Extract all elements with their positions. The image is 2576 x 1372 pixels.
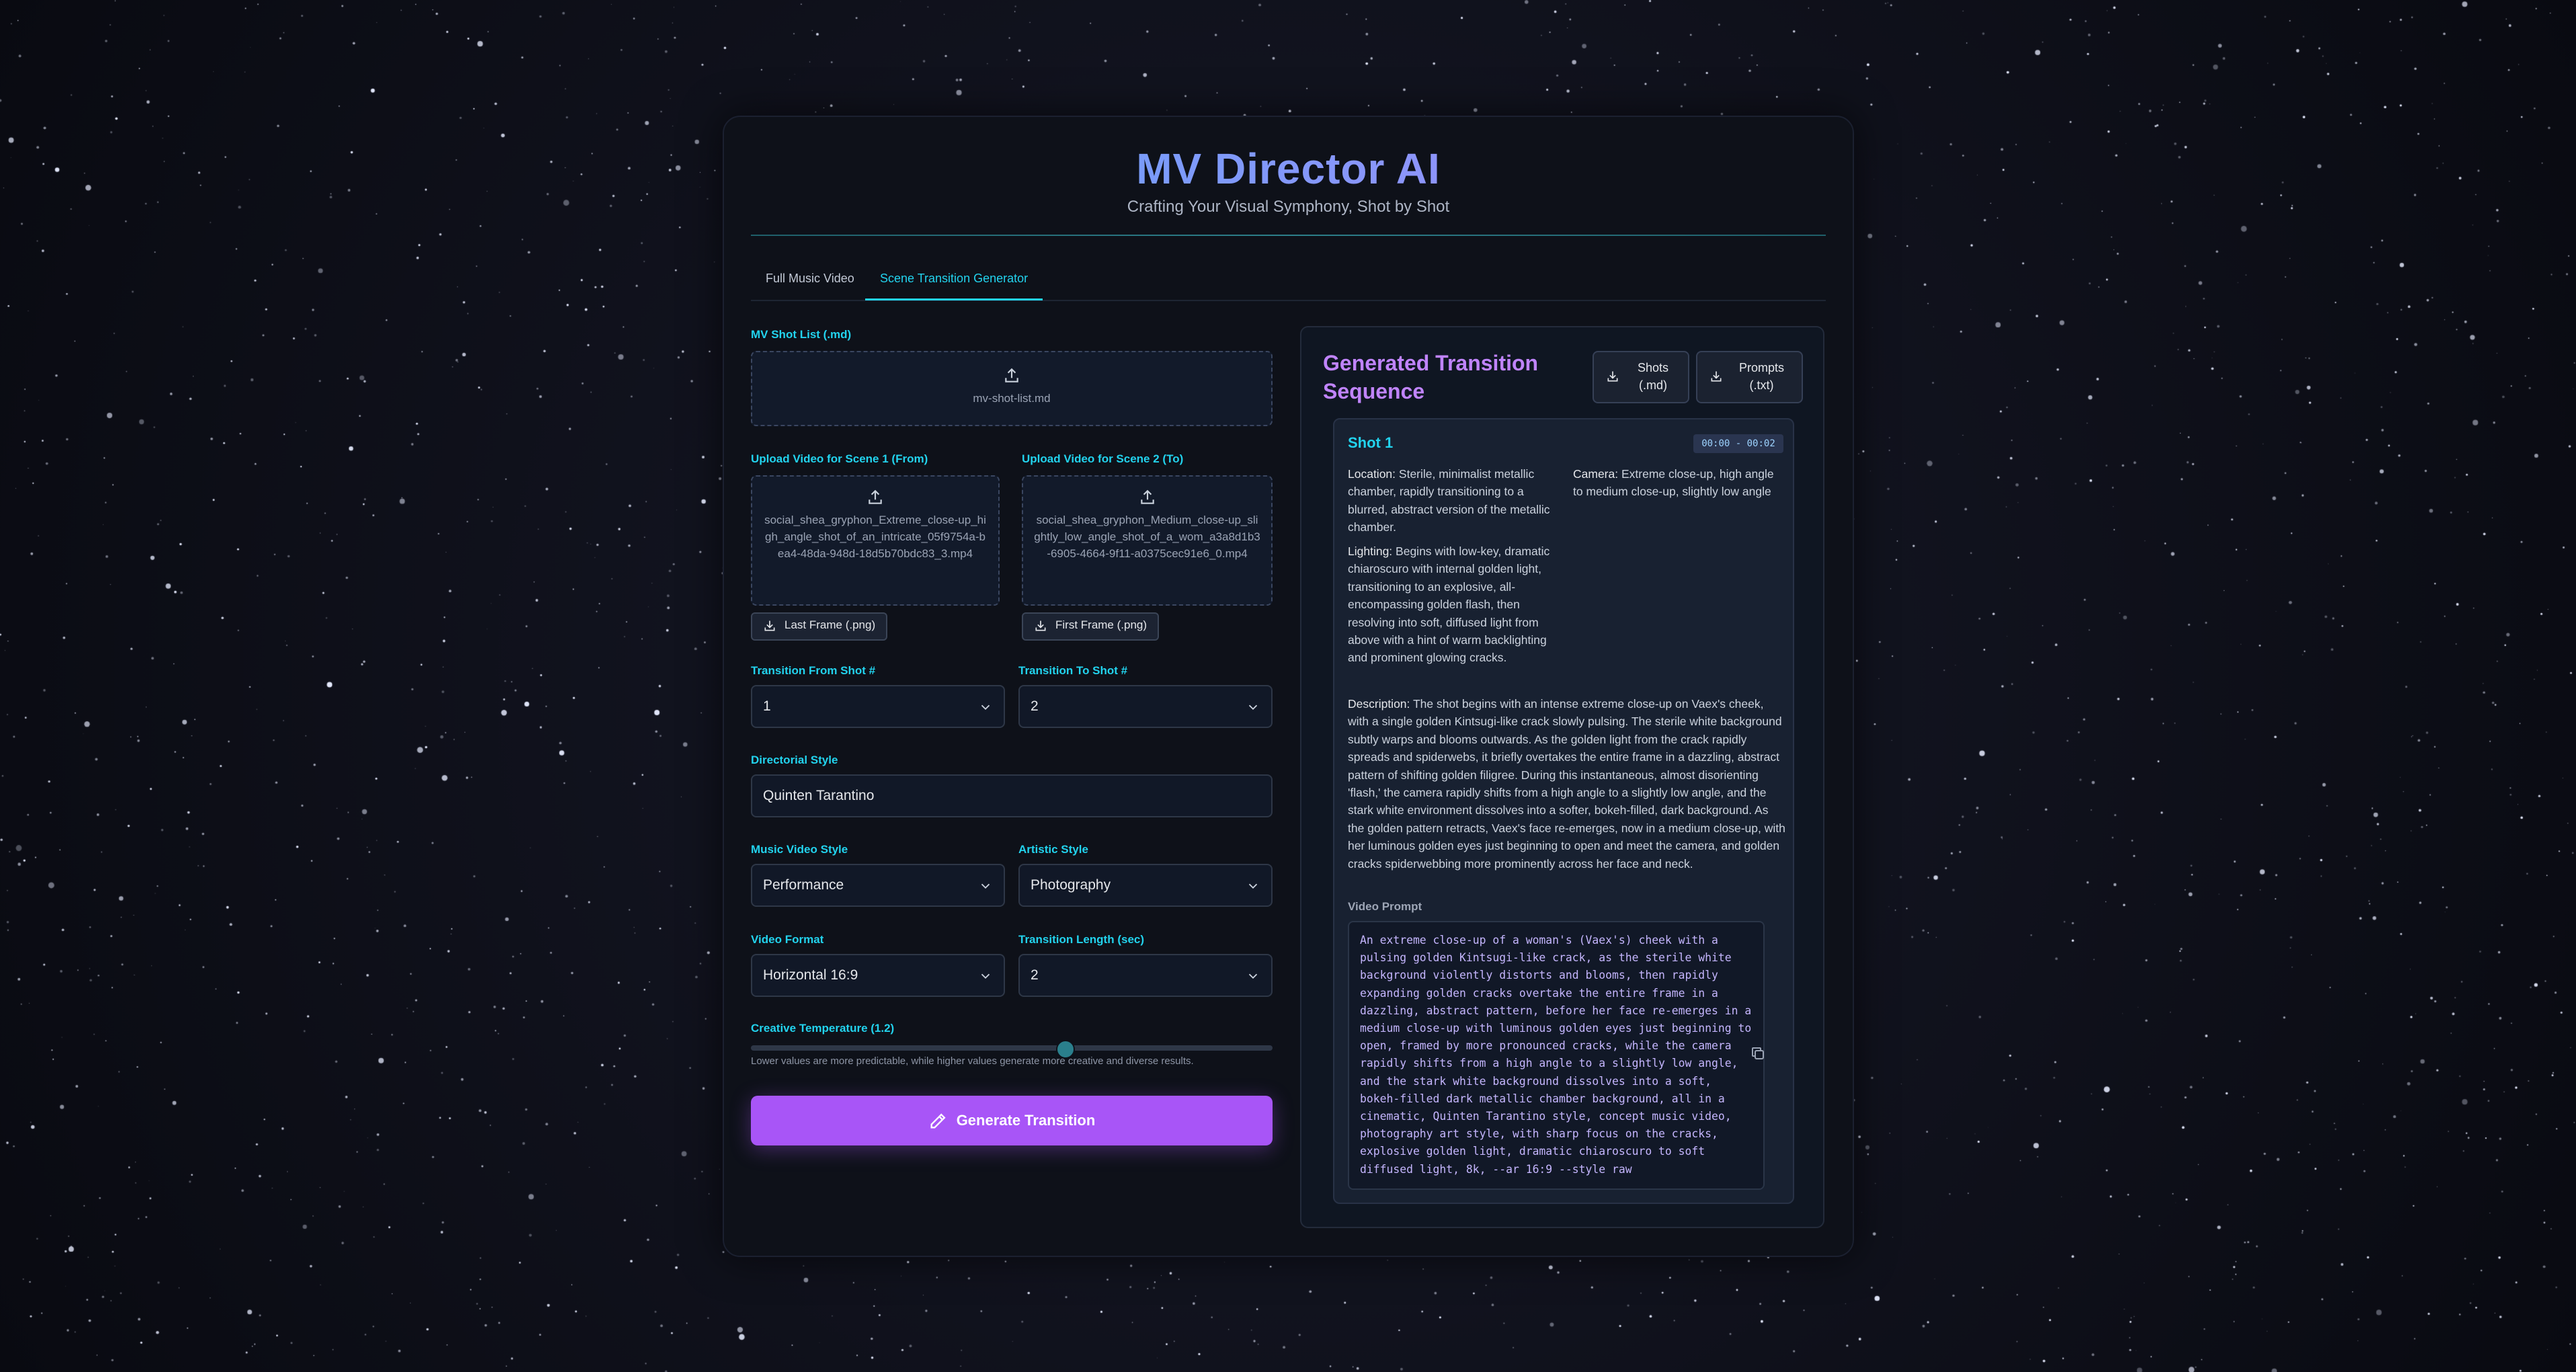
video-format-label: Video Format: [751, 933, 824, 946]
header-divider: [751, 235, 1826, 236]
generate-transition-button[interactable]: Generate Transition: [751, 1096, 1273, 1145]
copy-icon[interactable]: [1750, 1045, 1766, 1061]
from-shot-select[interactable]: 1: [751, 685, 1005, 728]
upload-icon: [869, 489, 882, 504]
video-format-select[interactable]: Horizontal 16:9: [751, 954, 1005, 997]
shot-lighting: Lighting: Begins with low-key, dramatic …: [1348, 542, 1562, 667]
first-frame-download-button[interactable]: First Frame (.png): [1022, 612, 1160, 641]
result-title: Generated Transition Sequence: [1323, 351, 1539, 403]
location-key: Location:: [1348, 467, 1396, 481]
generate-transition-label: Generate Transition: [956, 1112, 1096, 1129]
scene2-filename: social_shea_gryphon_Medium_close-up_slig…: [1034, 514, 1260, 560]
directorial-style-input[interactable]: Quinten Tarantino: [751, 774, 1273, 817]
temperature-slider-track[interactable]: [751, 1045, 1273, 1051]
chevron-down-icon: [981, 883, 990, 889]
camera-key: Camera:: [1573, 467, 1619, 481]
tab-bar: Full Music Video Scene Transition Genera…: [751, 258, 1826, 301]
download-prompts-button[interactable]: Prompts (.txt): [1696, 351, 1803, 403]
artistic-style-select[interactable]: Photography: [1018, 864, 1273, 907]
last-frame-label: Last Frame (.png): [784, 618, 876, 631]
scene1-dropzone[interactable]: social_shea_gryphon_Extreme_close-up_hig…: [751, 475, 1000, 606]
transition-length-select[interactable]: 2: [1018, 954, 1273, 997]
download-prompts-label: Prompts (.txt): [1738, 361, 1785, 392]
temperature-label: Creative Temperature (1.2): [751, 1022, 895, 1035]
description-text: The shot begins with an intense extreme …: [1348, 697, 1785, 871]
shot-description: Description: The shot begins with an int…: [1348, 695, 1786, 873]
chevron-down-icon: [1248, 973, 1258, 979]
shot-card: Shot 1 00:00 - 00:02 Location: Sterile, …: [1333, 418, 1794, 1204]
upload-icon: [1005, 368, 1018, 382]
download-shots-label: Shots (.md): [1637, 361, 1669, 392]
music-video-style-label: Music Video Style: [751, 843, 848, 856]
pencil-icon: [930, 1113, 946, 1129]
chevron-down-icon: [981, 704, 990, 711]
transition-length-label: Transition Length (sec): [1018, 933, 1145, 946]
scene1-label: Upload Video for Scene 1 (From): [751, 452, 928, 465]
shot-list-dropzone[interactable]: mv-shot-list.md: [751, 351, 1273, 426]
app-title: MV Director AI: [724, 144, 1853, 194]
timecode-badge: 00:00 - 00:02: [1693, 434, 1783, 453]
shot-camera: Camera: Extreme close-up, high angle to …: [1573, 465, 1785, 501]
chevron-down-icon: [981, 973, 990, 979]
temperature-help-text: Lower values are more predictable, while…: [751, 1055, 1194, 1067]
lighting-key: Lighting:: [1348, 544, 1393, 558]
music-video-style-select[interactable]: Performance: [751, 864, 1005, 907]
first-frame-label: First Frame (.png): [1055, 618, 1148, 631]
from-shot-value: 1: [763, 698, 771, 714]
from-shot-label: Transition From Shot #: [751, 664, 876, 677]
shot-title: Shot 1: [1348, 434, 1394, 451]
to-shot-label: Transition To Shot #: [1018, 664, 1128, 677]
music-video-style-value: Performance: [763, 877, 844, 893]
shot-list-filename: mv-shot-list.md: [973, 392, 1051, 405]
download-icon: [764, 620, 775, 631]
video-prompt-text[interactable]: An extreme close-up of a woman's (Vaex's…: [1348, 921, 1765, 1190]
transition-length-value: 2: [1031, 967, 1039, 983]
artistic-style-label: Artistic Style: [1018, 843, 1088, 856]
tab-full-music-video[interactable]: Full Music Video: [751, 258, 869, 298]
scene2-label: Upload Video for Scene 2 (To): [1022, 452, 1184, 465]
last-frame-download-button[interactable]: Last Frame (.png): [751, 612, 888, 641]
download-icon: [1711, 371, 1722, 382]
download-shots-button[interactable]: Shots (.md): [1593, 351, 1689, 403]
scene1-filename: social_shea_gryphon_Extreme_close-up_hig…: [764, 514, 986, 560]
to-shot-select[interactable]: 2: [1018, 685, 1273, 728]
directorial-style-label: Directorial Style: [751, 754, 838, 766]
download-icon: [1035, 620, 1046, 631]
video-prompt-label: Video Prompt: [1348, 900, 1422, 913]
shot-location: Location: Sterile, minimalist metallic c…: [1348, 465, 1562, 536]
tab-scene-transition-generator[interactable]: Scene Transition Generator: [865, 258, 1043, 300]
lighting-text: Begins with low-key, dramatic chiaroscur…: [1348, 544, 1550, 665]
download-icon: [1607, 371, 1618, 382]
to-shot-value: 2: [1031, 698, 1039, 714]
chevron-down-icon: [1248, 704, 1258, 711]
app-subtitle: Crafting Your Visual Symphony, Shot by S…: [1127, 198, 1450, 216]
scene2-dropzone[interactable]: social_shea_gryphon_Medium_close-up_slig…: [1022, 475, 1273, 606]
description-key: Description:: [1348, 697, 1410, 711]
upload-icon: [1140, 489, 1154, 504]
video-format-value: Horizontal 16:9: [763, 967, 858, 983]
shot-list-label: MV Shot List (.md): [751, 328, 852, 341]
chevron-down-icon: [1248, 883, 1258, 889]
artistic-style-value: Photography: [1031, 877, 1111, 893]
